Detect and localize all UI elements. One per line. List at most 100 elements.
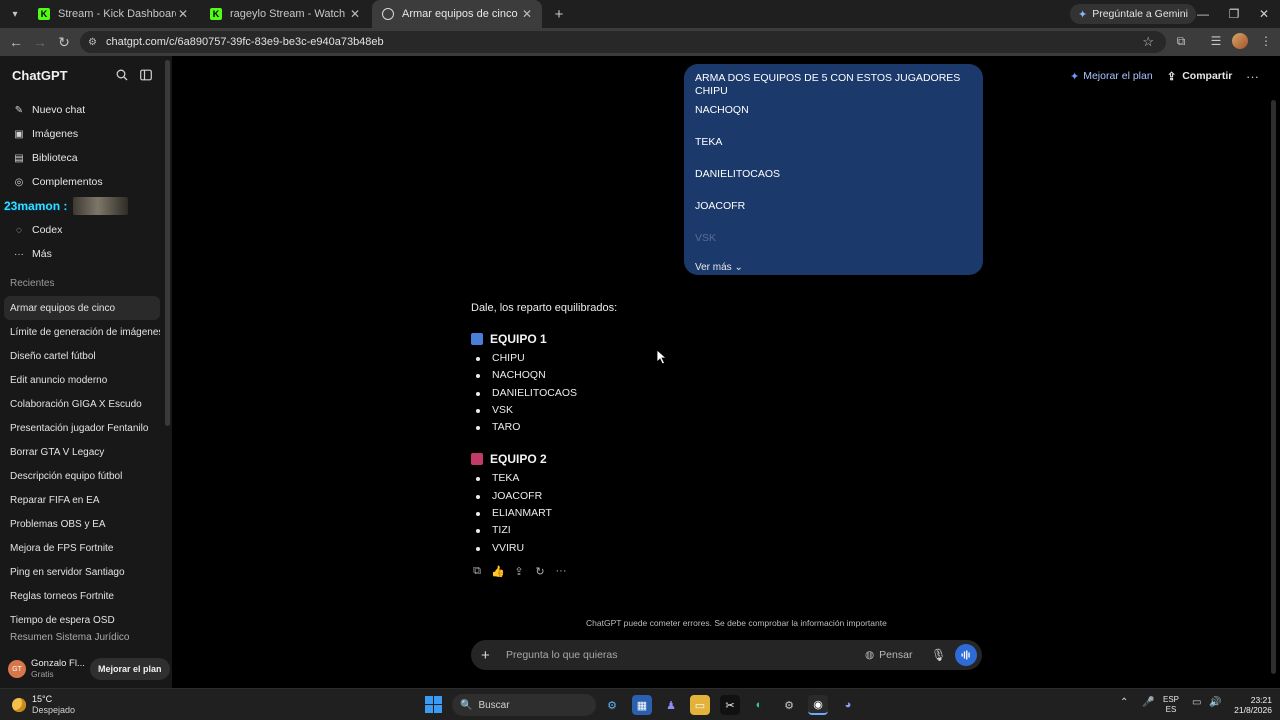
profile-avatar[interactable] (1229, 30, 1251, 52)
address-bar[interactable]: ⚙ chatgpt.com/c/6a890757-39fc-83e9-be3c-… (80, 31, 1166, 53)
media-controls-icon[interactable]: ☰ (1205, 30, 1227, 52)
recent-chat-item[interactable]: Diseño cartel fútbol (4, 344, 160, 368)
upgrade-plan-button[interactable]: Mejorar el plan (90, 658, 170, 680)
share-button[interactable]: ⇪ Compartir (1167, 68, 1232, 84)
extensions-icon[interactable]: ⧉ (1170, 30, 1192, 52)
recent-chat-item[interactable]: Descripción equipo fútbol (4, 464, 160, 488)
recent-chat-item[interactable]: Resumen Sistema Jurídico (4, 632, 160, 644)
recent-chat-item[interactable]: Borrar GTA V Legacy (4, 440, 160, 464)
os-taskbar: 15°C Despejado 🔍 Buscar ⚙ ▦ ♟ ▭ ✂ ◐ ⚙ ◉ … (0, 688, 1280, 720)
chat-scrollbar[interactable] (1271, 100, 1276, 674)
recent-chat-item[interactable]: Reglas torneos Fortnite (4, 584, 160, 608)
prompt-input[interactable]: Pregunta lo que quieras (506, 649, 618, 661)
start-button[interactable] (425, 696, 442, 713)
conversation-options-icon[interactable]: ··· (1246, 68, 1259, 84)
voice-mode-button[interactable] (955, 644, 977, 666)
search-icon[interactable] (113, 66, 131, 84)
system-clock[interactable]: 23:21 21/8/2026 (1226, 695, 1272, 715)
maximize-icon[interactable]: ❐ (1218, 0, 1250, 28)
ask-gemini-button[interactable]: ✦ Pregúntale a Gemini (1070, 4, 1196, 24)
user-message-line: TEKA (695, 136, 723, 148)
recent-chat-item[interactable]: Problemas OBS y EA (4, 512, 160, 536)
reload-icon[interactable]: ↻ (52, 30, 76, 54)
file-explorer-icon[interactable]: ▭ (690, 695, 710, 715)
regenerate-icon[interactable]: ↻ (534, 565, 546, 578)
site-info-icon[interactable]: ⚙ (88, 37, 102, 48)
recent-chat-item[interactable]: Reparar FIFA en EA (4, 488, 160, 512)
user-message-line: ARMA DOS EQUIPOS DE 5 CON ESTOS JUGADORE… (695, 72, 961, 97)
close-tab-icon[interactable]: ✕ (348, 7, 362, 21)
sidebar-item-new-chat[interactable]: ✎ Nuevo chat (4, 98, 164, 122)
weather-condition: Despejado (32, 705, 76, 715)
sidebar-item-library[interactable]: ▤ Biblioteca (4, 146, 164, 170)
account-info[interactable]: Gonzalo Fl... Gratis (31, 658, 85, 680)
copy-icon[interactable]: ⧉ (471, 565, 483, 577)
capcut-icon[interactable]: ✂ (720, 695, 740, 715)
recent-chat-item[interactable]: Mejora de FPS Fortnite (4, 536, 160, 560)
recent-chat-item[interactable]: Tiempo de espera OSD (4, 608, 160, 632)
player-item: JOACOFR (471, 490, 991, 507)
recent-chat-item[interactable]: Edit anuncio moderno (4, 368, 160, 392)
tab-search-chevron-icon[interactable]: ▾ (4, 3, 26, 25)
sidebar-item-label: Biblioteca (32, 152, 78, 164)
sidebar-item-plugins[interactable]: ◎ Complementos (4, 170, 164, 194)
message-composer[interactable]: + Pregunta lo que quieras ◍ Pensar 🎙 (471, 640, 982, 670)
discord-icon[interactable]: ◕ (838, 695, 858, 715)
sidebar-item-more[interactable]: ··· Más (4, 242, 164, 266)
volume-icon[interactable]: 🔊 (1209, 697, 1221, 708)
sidebar-item-codex[interactable]: ◌ Codex (4, 218, 164, 242)
settings-icon[interactable]: ⚙ (779, 695, 799, 715)
sidebar-scrollbar[interactable] (165, 60, 170, 426)
microphone-icon[interactable]: 🎙 (931, 648, 946, 662)
recent-chat-item[interactable]: Armar equipos de cinco (4, 296, 160, 320)
taskbar-search[interactable]: 🔍 Buscar (452, 694, 596, 716)
edit-icon: ✎ (14, 104, 24, 116)
feedback-icon[interactable]: 👍 (491, 565, 505, 578)
plugins-icon: ◎ (14, 176, 24, 188)
recent-chat-item[interactable]: Colaboración GIGA X Escudo (4, 392, 160, 416)
tray-chevron-icon[interactable]: ⌃ (1120, 697, 1128, 708)
back-arrow-icon[interactable]: ← (4, 30, 28, 54)
window-close-icon[interactable]: ✕ (1248, 0, 1280, 28)
new-tab-button[interactable]: + (548, 3, 570, 25)
think-label: Pensar (879, 649, 913, 661)
steam-icon[interactable]: ⚙ (602, 695, 622, 715)
chrome-icon[interactable]: ◉ (808, 695, 828, 715)
sidebar-item-images[interactable]: ▣ Imágenes (4, 122, 164, 146)
edge-icon[interactable]: ◐ (749, 695, 769, 715)
show-more-button[interactable]: Ver más ⌄ (695, 262, 743, 273)
language-indicator[interactable]: ESP ES (1163, 695, 1179, 715)
close-tab-icon[interactable]: ✕ (520, 7, 534, 21)
sidebar-toggle-icon[interactable] (137, 66, 155, 84)
avatar[interactable]: GT (8, 660, 26, 678)
account-footer: GT Gonzalo Fl... Gratis Mejorar el plan (0, 650, 172, 688)
recent-chat-item[interactable]: Ping en servidor Santiago (4, 560, 160, 584)
tab-kick-dashboard[interactable]: K Stream - Kick Dashboard ✕ (28, 0, 198, 28)
recent-chat-item[interactable]: Presentación jugador Fentanilo (4, 416, 160, 440)
close-tab-icon[interactable]: ✕ (176, 7, 190, 21)
team-1-players: CHIPU NACHOQN DANIELITOCAOS VSK TARO (471, 352, 991, 438)
tray-mic-icon[interactable]: 🎤 (1142, 697, 1154, 708)
recent-chat-item[interactable]: Límite de generación de imágenes (4, 320, 160, 344)
teams-icon[interactable]: ♟ (661, 695, 681, 715)
browser-menu-icon[interactable]: ⋮ (1255, 30, 1277, 52)
minimize-icon[interactable]: — (1187, 0, 1219, 28)
tab-armar-equipos[interactable]: Armar equipos de cinco ✕ (372, 0, 542, 28)
more-options-icon[interactable]: ··· (555, 565, 567, 577)
sidebar-item-label: Más (32, 248, 52, 260)
think-toggle[interactable]: ◍ Pensar (865, 649, 912, 661)
kick-icon: K (210, 8, 222, 20)
sidebar-item-label: Nuevo chat (32, 104, 86, 116)
weather-widget[interactable]: 15°C Despejado (12, 694, 75, 716)
attach-plus-icon[interactable]: + (481, 647, 490, 664)
team-name: EQUIPO 1 (490, 332, 547, 346)
network-icon[interactable]: ▭ (1192, 697, 1201, 708)
language-code: ESP (1163, 695, 1180, 704)
share-icon[interactable]: ⇪ (513, 565, 525, 578)
upgrade-plan-link[interactable]: ✦ Mejorar el plan (1070, 68, 1153, 84)
show-more-label: Ver más (695, 262, 732, 273)
tab-rageylo-stream[interactable]: K rageylo Stream - Watch Live on ✕ (200, 0, 370, 28)
store-icon[interactable]: ▦ (632, 695, 652, 715)
forward-arrow-icon[interactable]: → (28, 30, 52, 54)
bookmark-star-icon[interactable]: ☆ (1142, 34, 1154, 50)
